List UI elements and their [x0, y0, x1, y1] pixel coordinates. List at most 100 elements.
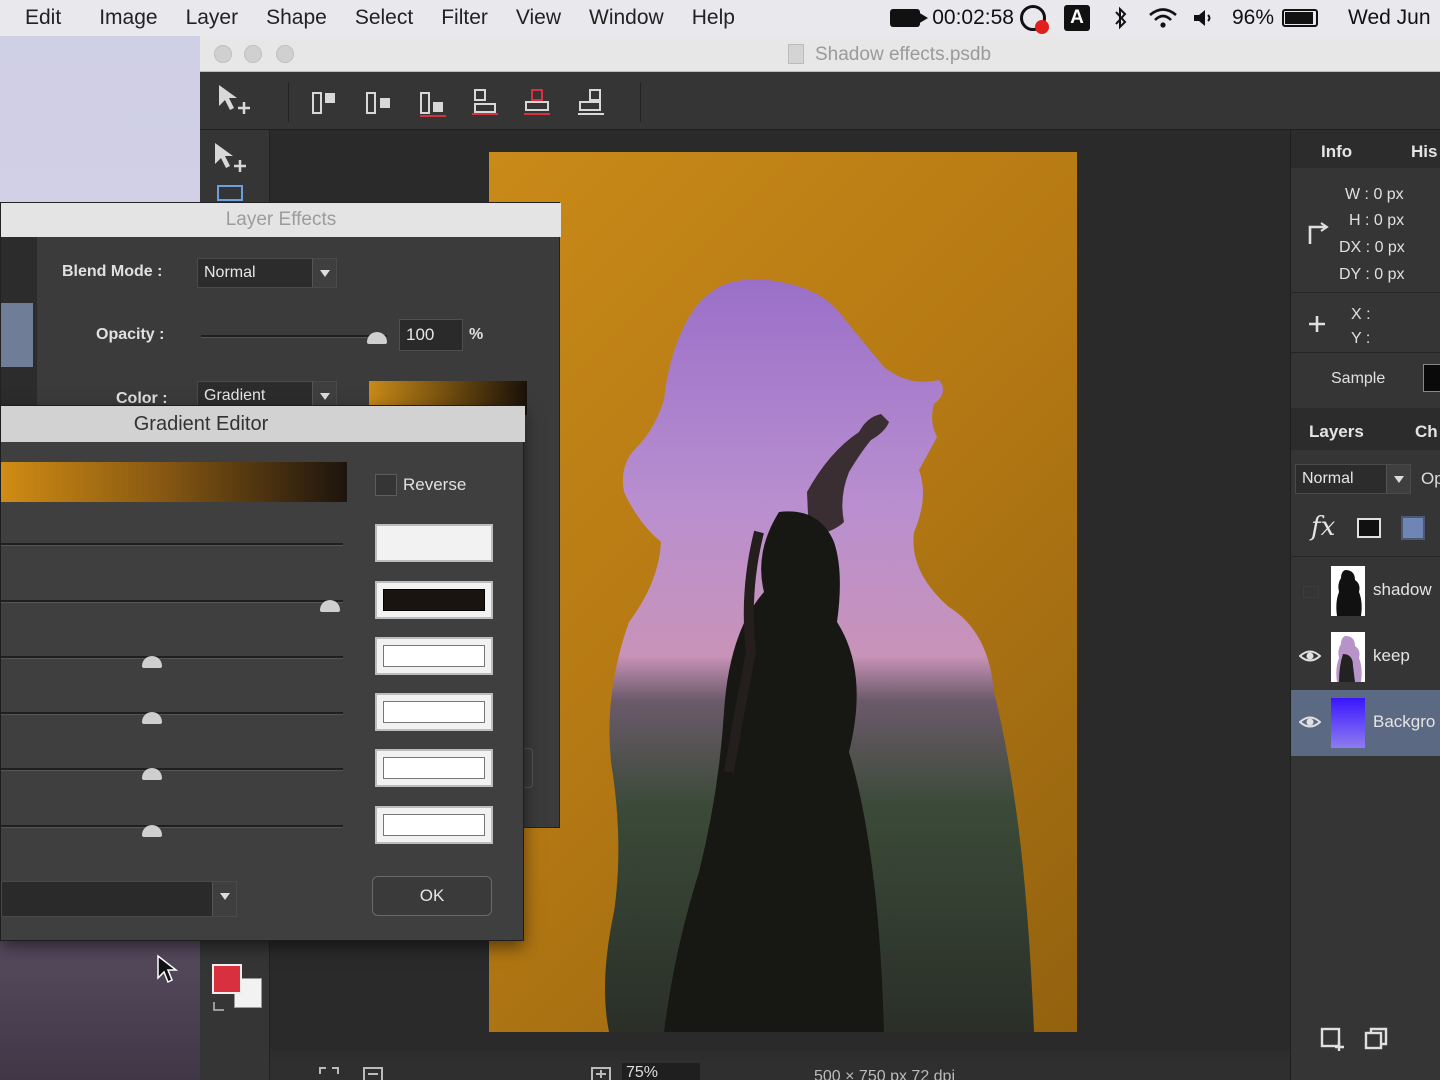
minimize-window-button[interactable] — [244, 45, 262, 63]
ok-button[interactable]: OK — [372, 876, 492, 916]
wifi-icon[interactable] — [1148, 7, 1178, 29]
opacity-slider-handle[interactable] — [367, 332, 387, 344]
stop-slider-track[interactable] — [1, 543, 343, 546]
record-icon[interactable] — [1019, 5, 1049, 34]
artboard-tool-icon[interactable] — [214, 182, 248, 202]
chevron-down-icon — [1386, 465, 1410, 493]
stop-color-swatch[interactable] — [375, 693, 493, 731]
tab-layers[interactable]: Layers — [1309, 422, 1364, 442]
zoom-window-button[interactable] — [276, 45, 294, 63]
move-tool-icon[interactable] — [216, 82, 256, 116]
close-window-button[interactable] — [214, 45, 232, 63]
canvas-artwork[interactable] — [489, 152, 1077, 1032]
blend-mode-dropdown[interactable]: Normal — [197, 258, 337, 288]
gradient-type-dropdown[interactable] — [1, 881, 237, 917]
chevron-down-icon — [212, 882, 236, 916]
layer-mask-icon[interactable] — [1357, 518, 1381, 538]
adjustment-layer-icon[interactable] — [1401, 516, 1425, 540]
stop-slider-track[interactable] — [1, 712, 343, 715]
zoom-input[interactable]: 75% — [622, 1063, 700, 1080]
status-bar: 75% 500 × 750 px 72 dpi — [270, 1060, 1290, 1080]
app-menu: Edit Image Layer Shape Select Filter Vie… — [0, 0, 749, 36]
sample-swatch[interactable] — [1423, 364, 1440, 392]
menu-filter[interactable]: Filter — [427, 0, 502, 36]
align-horizontal-centers-icon[interactable] — [364, 88, 396, 118]
opacity-unit: % — [469, 326, 484, 343]
stop-color-swatch[interactable] — [375, 637, 493, 675]
stop-color-swatch[interactable] — [375, 581, 493, 619]
info-divider — [1291, 352, 1440, 353]
battery-icon[interactable] — [1282, 9, 1318, 27]
layer-row-background[interactable]: Backgro — [1291, 690, 1440, 756]
stop-slider-track[interactable] — [1, 768, 343, 771]
fx-icon[interactable]: fx — [1311, 512, 1335, 542]
menu-help[interactable]: Help — [678, 0, 749, 36]
layer-thumbnail — [1331, 566, 1365, 616]
stop-color-swatch[interactable] — [375, 524, 493, 562]
foreground-color-swatch[interactable] — [212, 964, 242, 994]
stop-slider-track[interactable] — [1, 656, 343, 659]
menu-window[interactable]: Window — [575, 0, 678, 36]
stop-color-swatch[interactable] — [375, 806, 493, 844]
gradient-editor-dialog: Gradient Editor Reverse — [0, 405, 525, 941]
visibility-toggle-off[interactable] — [1303, 586, 1319, 598]
layer-name: Backgro — [1373, 712, 1436, 731]
duplicate-layer-icon[interactable] — [1363, 1026, 1389, 1052]
document-info: 500 × 750 px 72 dpi — [814, 1068, 956, 1080]
align-left-edges-icon[interactable] — [310, 88, 342, 118]
menu-edit[interactable]: Edit — [0, 0, 85, 36]
tab-history[interactable]: His — [1411, 142, 1437, 162]
sample-label: Sample — [1331, 370, 1386, 387]
screen-recording-indicator[interactable]: 00:02:58 — [890, 6, 1014, 30]
layer-row-keep[interactable]: keep — [1291, 624, 1440, 690]
size-arrow-icon — [1308, 222, 1329, 244]
recording-timer: 00:02:58 — [932, 6, 1014, 29]
info-width: W : 0 px — [1345, 186, 1404, 203]
menu-shape[interactable]: Shape — [252, 0, 341, 36]
input-source-icon[interactable]: A — [1063, 5, 1090, 31]
menu-layer[interactable]: Layer — [172, 0, 253, 36]
align-right-edges-icon[interactable] — [418, 88, 450, 118]
gradient-editor-title: Gradient Editor — [1, 406, 525, 442]
stop-slider-track[interactable] — [1, 600, 343, 603]
eye-icon[interactable] — [1299, 714, 1321, 730]
eye-icon[interactable] — [1299, 648, 1321, 664]
fit-screen-icon[interactable] — [318, 1066, 340, 1080]
zoom-out-icon[interactable] — [362, 1066, 384, 1080]
layer-effects-title: Layer Effects — [1, 203, 561, 237]
info-y: Y : — [1351, 330, 1371, 347]
layer-name: keep — [1373, 646, 1410, 665]
bluetooth-icon[interactable] — [1114, 6, 1128, 30]
align-top-edges-icon[interactable] — [470, 86, 502, 118]
layer-row-shadow[interactable]: shadow — [1291, 558, 1440, 624]
menu-image[interactable]: Image — [85, 0, 171, 36]
reverse-checkbox[interactable] — [375, 474, 397, 496]
menu-select[interactable]: Select — [341, 0, 427, 36]
volume-icon[interactable] — [1192, 8, 1216, 28]
reverse-label: Reverse — [403, 475, 467, 494]
stop-slider-track[interactable] — [1, 825, 343, 828]
menubar: Edit Image Layer Shape Select Filter Vie… — [0, 0, 1440, 36]
layer-blend-mode-dropdown[interactable]: Normal — [1295, 464, 1411, 494]
info-x: X : — [1351, 306, 1371, 323]
menu-view[interactable]: View — [502, 0, 575, 36]
layer-thumbnail — [1331, 698, 1365, 748]
blend-mode-label: Blend Mode : — [62, 263, 163, 280]
info-divider — [1291, 292, 1440, 293]
clock[interactable]: Wed Jun — [1348, 6, 1440, 30]
layers-divider — [1291, 556, 1440, 557]
gradient-bar[interactable] — [1, 462, 347, 502]
new-layer-icon[interactable] — [1319, 1026, 1345, 1052]
move-tool-icon[interactable] — [212, 140, 252, 174]
zoom-in-icon[interactable] — [590, 1066, 612, 1080]
swap-colors-icon[interactable] — [212, 998, 228, 1012]
align-vertical-centers-icon[interactable] — [522, 86, 554, 118]
tab-info[interactable]: Info — [1321, 142, 1352, 162]
align-bottom-edges-icon[interactable] — [576, 86, 608, 118]
tab-channels[interactable]: Ch — [1415, 422, 1438, 442]
info-dx: DX : 0 px — [1339, 239, 1405, 256]
opacity-slider-track[interactable] — [201, 335, 387, 338]
stop-color-swatch[interactable] — [375, 749, 493, 787]
opacity-input[interactable]: 100 — [399, 319, 463, 351]
effects-list-selected-item[interactable] — [1, 303, 33, 367]
